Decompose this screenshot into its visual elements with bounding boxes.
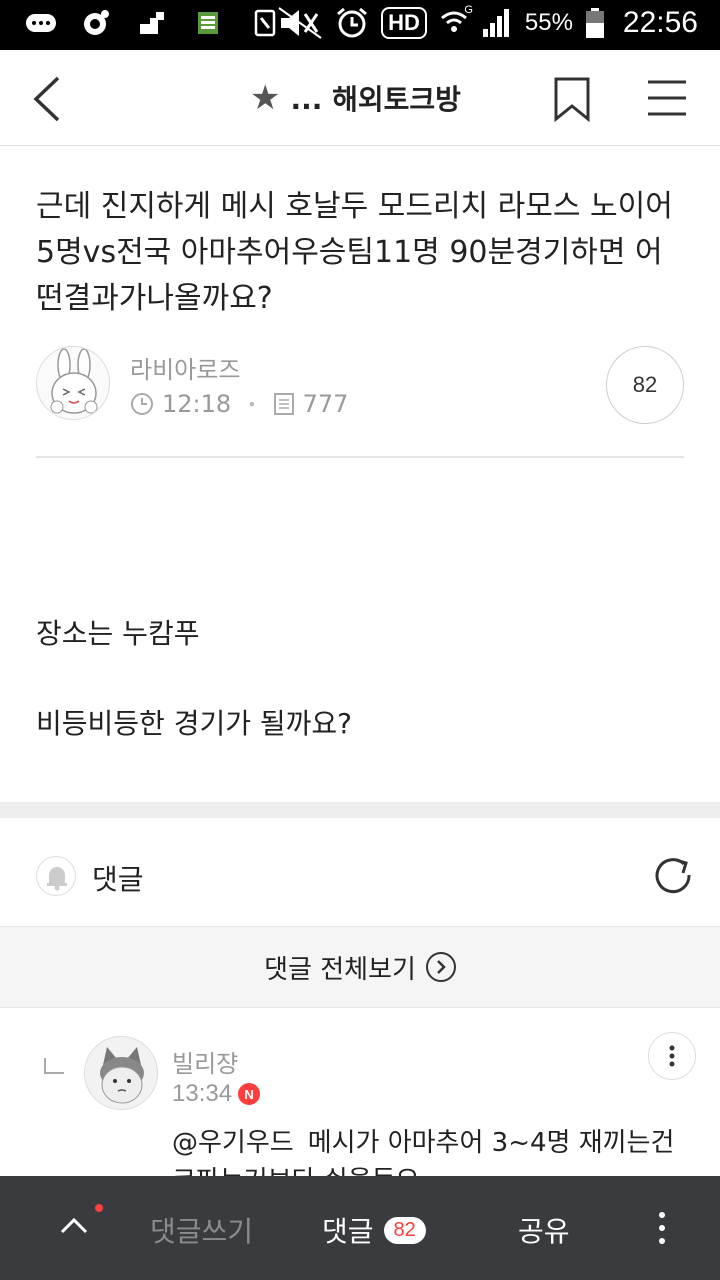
comment-mention[interactable]: @우기우드 [172, 1128, 294, 1158]
post-time: 12:18 [162, 390, 232, 418]
menu-icon[interactable] [644, 78, 690, 118]
sim-icon [198, 12, 218, 34]
more-vertical-icon [669, 1045, 675, 1067]
comment-count-button[interactable]: 82 [606, 346, 684, 424]
bottom-action-bar: 댓글쓰기 댓글 82 공유 [0, 1176, 720, 1280]
section-separator [0, 802, 720, 818]
mute-icon [278, 7, 322, 39]
view-all-label: 댓글 전체보기 [264, 954, 416, 985]
comments-count-badge: 82 [383, 1216, 426, 1244]
clock: 22:56 [622, 6, 698, 39]
back-icon[interactable] [24, 72, 74, 126]
wifi-icon: G [439, 4, 473, 38]
chevron-right-icon [425, 952, 456, 982]
new-badge: N [238, 1083, 261, 1105]
author-name[interactable]: 라비아로즈 [130, 350, 240, 385]
view-all-comments-button[interactable]: 댓글 전체보기 [0, 926, 720, 1008]
comment-author[interactable]: 빌리쟝 [172, 1044, 238, 1079]
clock-icon [131, 393, 153, 415]
page-title-text: ... 해외토크방 [290, 83, 461, 116]
wifi-label: G [464, 4, 473, 16]
meta-separator: • [247, 394, 257, 414]
reply-indent-icon [44, 1058, 64, 1074]
comment-avatar[interactable] [84, 1036, 158, 1110]
comment-text: @우기우드메시가 아마추어 3~4명 재끼는건 코파는거보다 쉬울듯요 [172, 1124, 692, 1176]
post-body-line: 비등비등한 경기가 될까요? [36, 707, 353, 740]
notification-circle-icon [84, 10, 109, 35]
author-row: 라비아로즈 12:18 • 777 82 [36, 346, 684, 426]
app-header: ★ ... 해외토크방 [0, 50, 720, 146]
post-meta: 12:18 • 777 [130, 390, 348, 418]
comments-header: 댓글 [0, 818, 720, 926]
chat-icon [26, 14, 56, 32]
refresh-icon[interactable] [652, 854, 694, 896]
post-body-line: 장소는 누캄푸 [36, 617, 200, 650]
more-vertical-icon[interactable] [650, 1206, 674, 1250]
page-title[interactable]: ★ ... 해외토크방 [250, 78, 461, 118]
star-icon: ★ [250, 78, 281, 118]
divider [36, 456, 684, 458]
data-icon [140, 12, 164, 34]
notification-dot [95, 1204, 103, 1212]
rabbit-avatar-icon [50, 348, 98, 414]
status-bar: HD G 55% 22:56 [0, 0, 720, 50]
post-views: 777 [302, 390, 349, 418]
bookmark-icon[interactable] [552, 76, 592, 122]
bell-icon[interactable] [36, 856, 76, 896]
post-title: 근데 진지하게 메시 호날두 모드리치 라모스 노이어 5명vs전국 아마추어우… [36, 189, 673, 316]
comment-time: 13:34 [172, 1080, 233, 1107]
status-right-icons: HD G 55% 22:56 [277, 4, 698, 40]
status-left-icons [24, 8, 282, 38]
battery-icon [585, 8, 604, 38]
avatar[interactable] [36, 346, 110, 420]
signal-icon [482, 9, 509, 37]
views-icon [273, 393, 294, 415]
comments-label: 댓글 [92, 863, 144, 896]
hd-icon: HD [381, 7, 427, 39]
comments-button[interactable]: 댓글 82 [322, 1210, 426, 1250]
share-button[interactable]: 공유 [518, 1210, 570, 1250]
write-comment-button[interactable]: 댓글쓰기 [150, 1210, 253, 1250]
comments-button-label: 댓글 [322, 1215, 374, 1248]
comment-time-row: 13:34 N [172, 1080, 261, 1108]
cat-avatar-icon [100, 1047, 144, 1104]
alarm-icon [337, 7, 368, 38]
comment-more-button[interactable] [648, 1032, 696, 1080]
chevron-up-icon[interactable] [56, 1206, 92, 1246]
battery-percent: 55% [524, 9, 573, 36]
